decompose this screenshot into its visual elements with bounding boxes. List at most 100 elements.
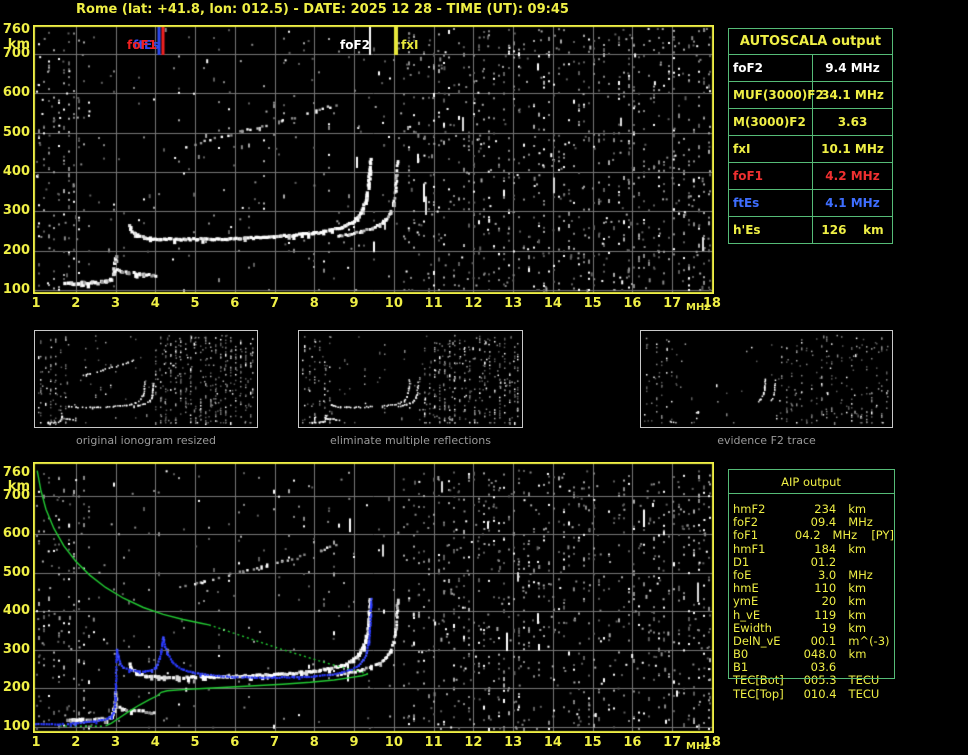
x-tick-4: 4 <box>150 296 160 311</box>
aip-extra: [PY] <box>871 528 894 543</box>
aip-unit: TECU <box>848 686 880 701</box>
autoscala-row-value: 10.1 MHz <box>821 142 884 156</box>
bottom-ionogram-canvas <box>33 462 714 733</box>
autoscala-output-table: AUTOSCALA output foF2 9.4 MHz MUF(3000)F2 3… <box>728 28 893 244</box>
aip-row-hmF1: hmF1 184 km <box>728 541 894 556</box>
top-ionogram-canvas <box>33 25 714 294</box>
aip-unit: km <box>848 541 867 556</box>
aip-value: 01.2 <box>810 554 837 569</box>
autoscala-row-M(3000)F2: M(3000)F2 3.63 <box>729 109 892 136</box>
y-tick-100: 100 <box>2 719 30 734</box>
aip-row-TEC[Top]: TEC[Top] 010.4 TECU <box>728 686 894 701</box>
aip-value: 119 <box>814 607 837 622</box>
y-tick-300: 300 <box>2 641 30 657</box>
x-axis-unit-label: MHz <box>686 302 711 313</box>
y-tick-500: 500 <box>2 564 30 580</box>
x-tick-11: 11 <box>424 296 443 311</box>
x-tick-13: 13 <box>504 735 523 750</box>
x-tick-17: 17 <box>663 296 682 311</box>
x-tick-6: 6 <box>230 735 240 750</box>
x-tick-2: 2 <box>71 296 81 311</box>
x-tick-7: 7 <box>270 296 280 311</box>
y-tick-700: 700 <box>2 45 30 61</box>
autoscala-row-value: 4.2 MHz <box>825 169 880 183</box>
x-tick-13: 13 <box>504 296 523 311</box>
y-tick-200: 200 <box>2 242 30 258</box>
x-tick-15: 15 <box>583 735 602 750</box>
thumbnail-original-canvas <box>35 331 257 427</box>
x-tick-3: 3 <box>110 296 121 311</box>
y-tick-400: 400 <box>2 163 30 179</box>
x-tick-12: 12 <box>464 296 483 311</box>
x-tick-15: 15 <box>583 296 602 311</box>
thumbnail-caption-f2-evidence: evidence F2 trace <box>717 434 816 447</box>
autoscala-row-label: h'Es <box>729 217 813 243</box>
marker-label-foF2: foF2 <box>340 38 371 52</box>
aip-value: 010.4 <box>803 686 837 701</box>
x-tick-5: 5 <box>190 735 200 750</box>
x-tick-14: 14 <box>543 735 562 750</box>
autoscala-row-label: foF2 <box>729 55 813 81</box>
y-tick-760: 760 <box>2 22 30 38</box>
aip-label: D1 <box>733 554 750 569</box>
x-tick-17: 17 <box>663 735 682 750</box>
aip-row-ymE: ymE 20 km <box>728 595 894 608</box>
x-tick-9: 9 <box>349 735 359 750</box>
thumbnail-no-multiples-canvas <box>299 331 522 427</box>
y-tick-400: 400 <box>2 603 30 619</box>
aip-table-header: AIP output <box>781 475 841 489</box>
y-tick-100: 100 <box>2 282 30 297</box>
x-tick-5: 5 <box>190 296 200 311</box>
autoscala-row-fxI: fxI 10.1 MHz <box>729 136 892 163</box>
aip-output-table: AIP output hmF2 234 km foF2 09.4 MHz foF1 04.2 M… <box>728 469 894 701</box>
aip-value: 184 <box>814 541 837 556</box>
aip-unit: km <box>848 594 867 609</box>
x-tick-10: 10 <box>384 735 403 750</box>
aip-value: 20 <box>821 594 837 609</box>
aip-row-foF1: foF1 04.2 MHz [PY] <box>728 529 894 542</box>
y-tick-600: 600 <box>2 526 30 542</box>
autoscala-row-label: foF1 <box>729 163 813 189</box>
y-tick-500: 500 <box>2 124 30 140</box>
y-tick-700: 700 <box>2 487 30 503</box>
autoscala-table-header: AUTOSCALA output <box>729 29 892 55</box>
aip-unit: km <box>848 647 867 662</box>
autoscala-row-value: 126 km <box>821 223 884 237</box>
autoscala-row-label: fxI <box>729 136 813 162</box>
aip-value: 005.3 <box>803 673 837 688</box>
aip-label: TEC[Bot] <box>733 673 784 688</box>
y-tick-300: 300 <box>2 203 30 219</box>
x-tick-1: 1 <box>31 296 41 311</box>
aip-label: h_vE <box>733 607 761 622</box>
autoscala-row-value: 3.63 <box>837 115 868 129</box>
x-tick-11: 11 <box>424 735 443 750</box>
aip-value: 04.2 <box>794 528 821 543</box>
x-tick-10: 10 <box>384 296 403 311</box>
aip-row-h_vE: h_vE 119 km <box>728 607 894 622</box>
y-tick-200: 200 <box>2 680 30 696</box>
autoscala-row-ftEs: ftEs 4.1 MHz <box>729 190 892 217</box>
x-axis-unit-label: MHz <box>686 741 711 752</box>
aip-unit: km <box>848 620 867 635</box>
x-tick-4: 4 <box>150 735 160 750</box>
aip-table-rows: hmF2 234 km foF2 09.4 MHz foF1 04.2 MHz [PY] hmF1 1… <box>728 494 894 701</box>
autoscala-row-label: M(3000)F2 <box>729 109 813 135</box>
x-tick-2: 2 <box>71 735 81 750</box>
autoscala-row-value: 4.1 MHz <box>825 196 880 210</box>
thumbnail-f2-evidence <box>640 330 893 428</box>
x-tick-9: 9 <box>349 296 359 311</box>
station-date-title: Rome (lat: +41.8, lon: 012.5) - DATE: 20… <box>76 2 569 17</box>
autoscala-row-foF1: foF1 4.2 MHz <box>729 163 892 190</box>
y-tick-760: 760 <box>2 464 30 480</box>
thumbnail-f2-evidence-canvas <box>641 331 892 427</box>
autoscala-window: Rome (lat: +41.8, lon: 012.5) - DATE: 20… <box>0 0 968 755</box>
aip-label: Ewidth <box>733 620 772 635</box>
aip-unit: TECU <box>848 673 880 688</box>
aip-label: TEC[Top] <box>733 686 784 701</box>
aip-row-D1: D1 01.2 <box>728 554 894 569</box>
x-tick-1: 1 <box>31 735 41 750</box>
thumbnail-caption-original: original ionogram resized <box>76 434 216 447</box>
aip-row-TEC[Bot]: TEC[Bot] 005.3 TECU <box>728 674 894 687</box>
x-tick-12: 12 <box>464 735 483 750</box>
x-tick-8: 8 <box>309 296 319 311</box>
